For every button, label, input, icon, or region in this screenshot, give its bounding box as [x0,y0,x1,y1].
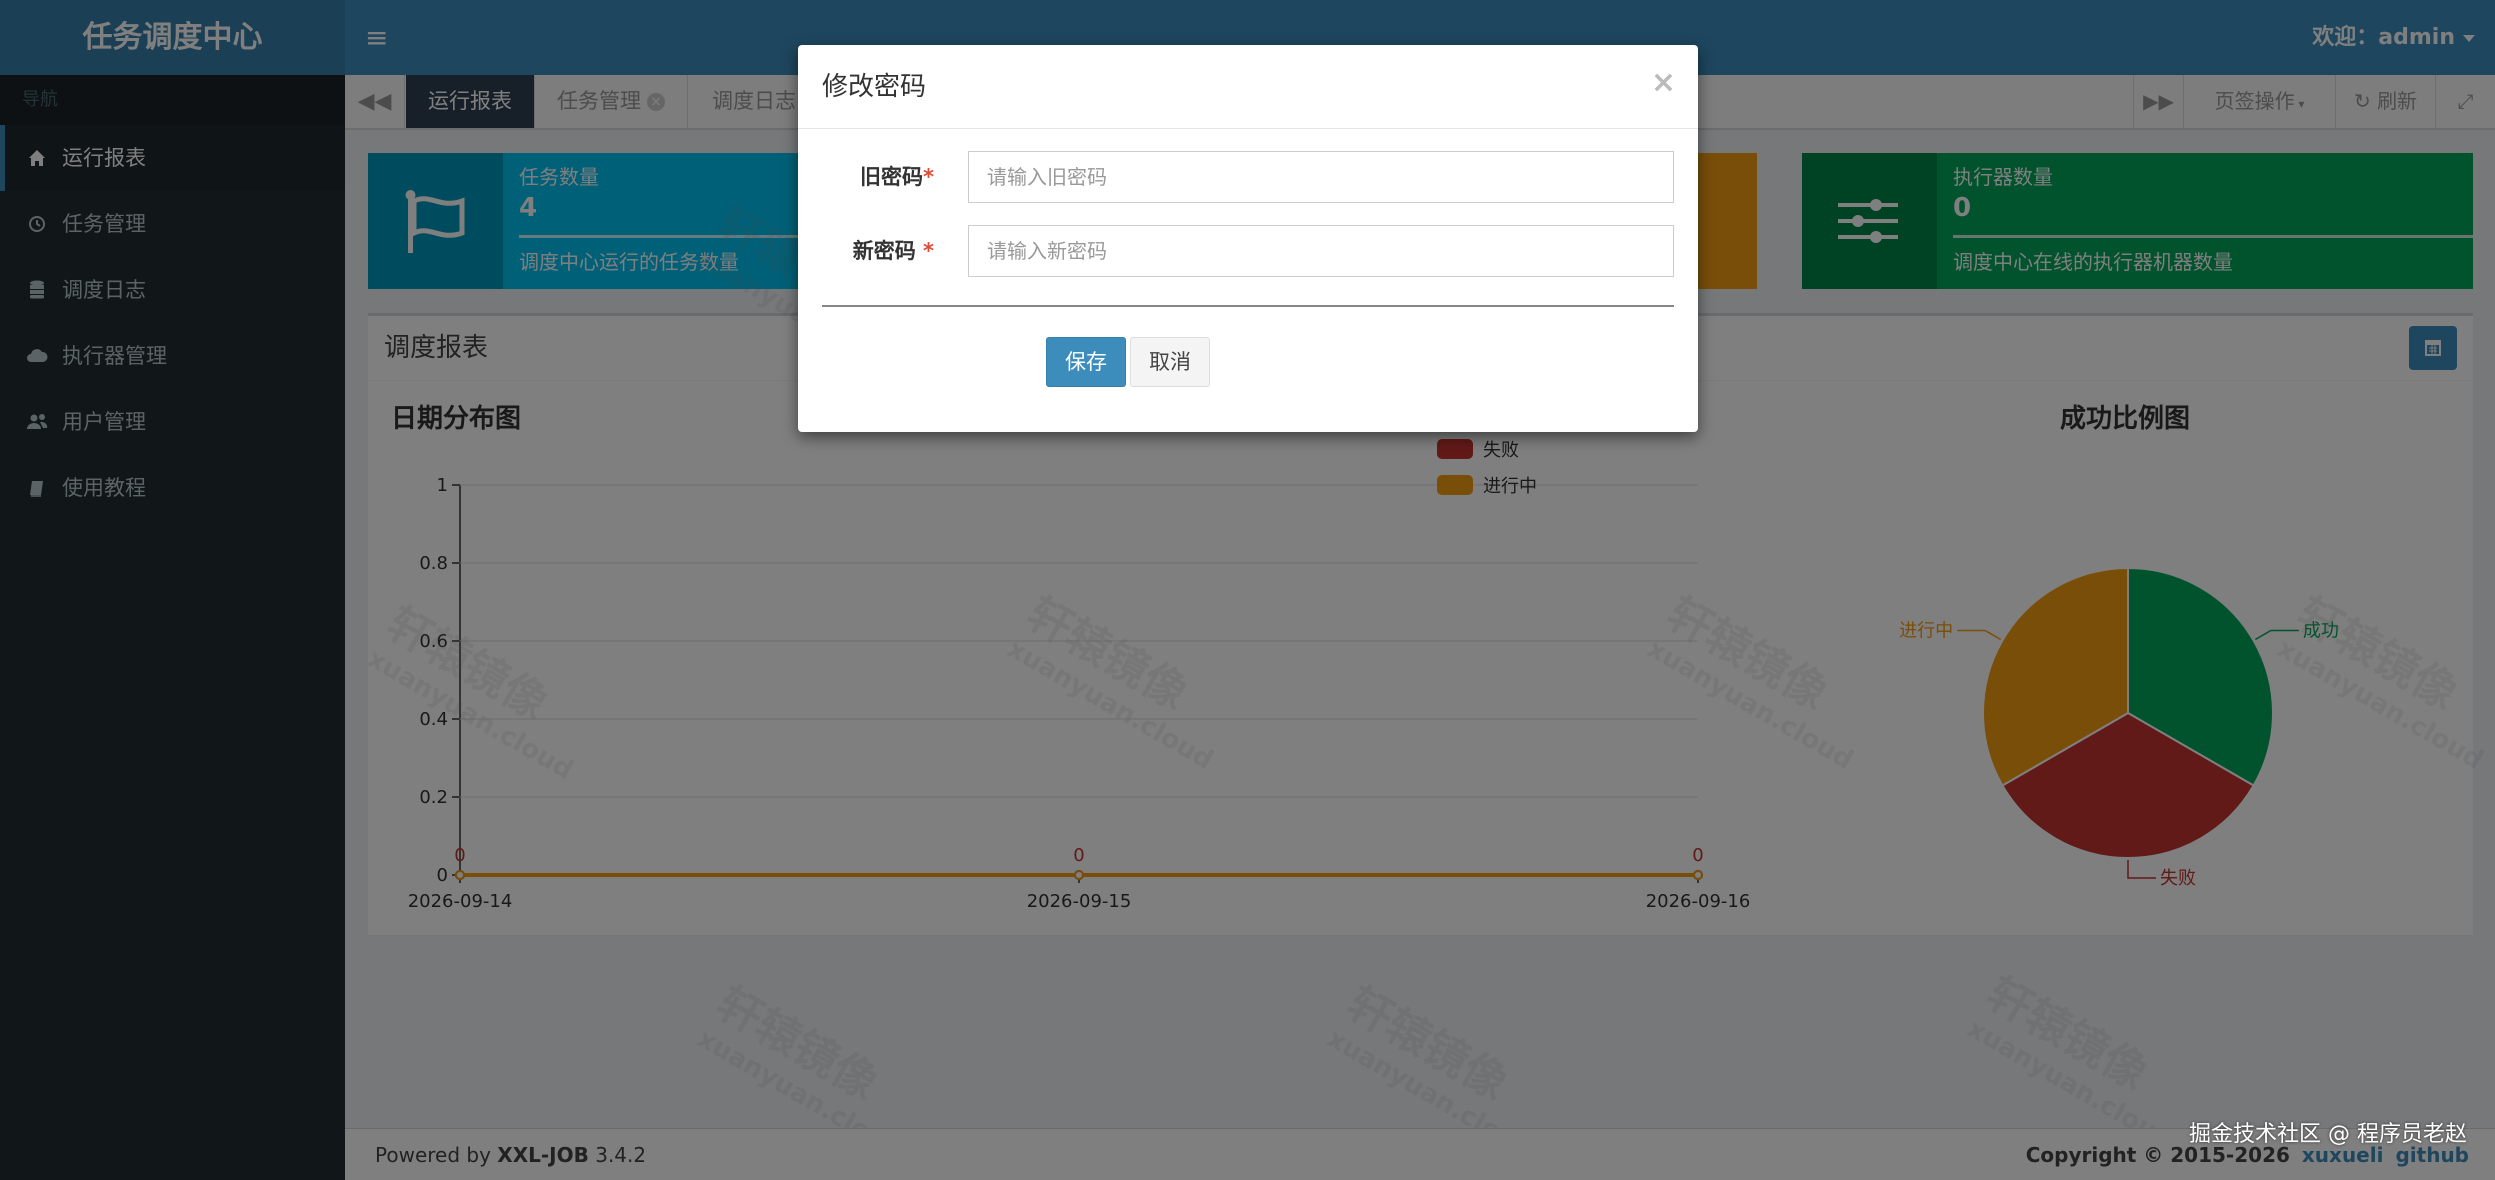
source-attribution: 掘金技术社区 @ 程序员老赵 [2189,1122,2467,1147]
new-password-row: 新密码 * [822,225,1674,277]
new-password-label: 新密码 * [822,225,934,277]
change-password-modal: 修改密码 × 旧密码* 新密码 * 保存 取消 [798,45,1698,432]
old-password-input[interactable] [968,151,1674,203]
modal-header: 修改密码 × [798,45,1698,129]
modal-title: 修改密码 [822,72,927,102]
old-password-row: 旧密码* [822,151,1674,203]
close-icon[interactable]: × [1651,63,1676,103]
old-password-label: 旧密码* [822,151,934,203]
new-password-input[interactable] [968,225,1674,277]
cancel-button[interactable]: 取消 [1130,337,1210,387]
new-password-label-text: 新密码 [852,239,916,263]
modal-divider [822,305,1674,307]
required-mark: * [923,239,934,263]
save-button[interactable]: 保存 [1046,337,1126,387]
old-password-label-text: 旧密码 [860,165,924,189]
required-mark: * [923,165,934,189]
